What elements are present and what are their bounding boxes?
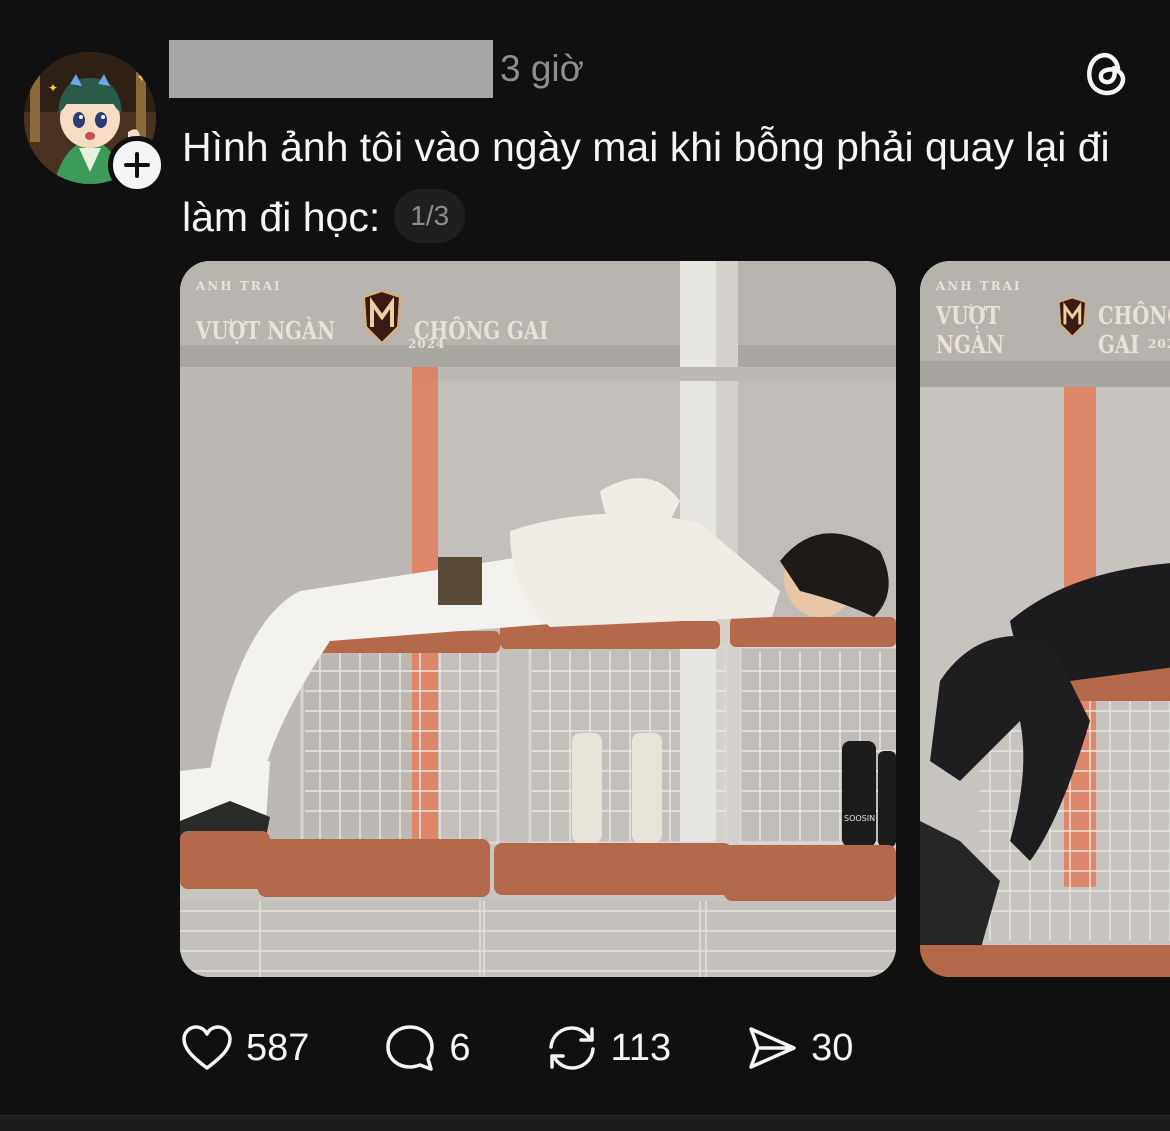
like-button[interactable]: 587 xyxy=(180,1021,309,1075)
show-logo-left: VƯỢT NGÀN xyxy=(196,315,336,345)
send-icon xyxy=(745,1021,799,1075)
media-counter-badge: 1/3 xyxy=(394,189,466,244)
media-carousel[interactable]: SOOSIN ANH TRAI VƯỢT NGÀN CHÔNG GAI 2024… xyxy=(180,261,1170,977)
post-timestamp[interactable]: 3 giờ xyxy=(500,48,584,90)
bottle-label: SOOSIN xyxy=(844,814,875,823)
show-logo-small: ANH TRAI xyxy=(196,279,282,293)
show-logo: ANH TRAI VƯỢT NGÀN CHÔNG GAI 2024 xyxy=(196,277,578,357)
m-emblem-icon-2 xyxy=(1058,296,1087,338)
post-divider xyxy=(0,1115,1170,1131)
show-logo-2: ANH TRAI VƯỢT NGÀN CHÔNG GAI 2024 xyxy=(936,277,1170,359)
thread-post: ✦ ✦ 3 giờ Hình ảnh tôi vào ngày mai khi … xyxy=(0,0,1170,1115)
threads-logo-icon[interactable] xyxy=(1082,48,1132,98)
reply-button[interactable]: 6 xyxy=(383,1021,471,1075)
show-logo-2-year: 2024 xyxy=(1148,337,1170,351)
author-avatar-container[interactable]: ✦ ✦ xyxy=(24,52,166,194)
share-button[interactable]: 30 xyxy=(745,1021,853,1075)
repost-button[interactable]: 113 xyxy=(545,1021,672,1075)
plus-icon xyxy=(124,152,150,178)
comment-icon xyxy=(383,1021,437,1075)
share-count: 30 xyxy=(811,1026,854,1069)
follow-button[interactable] xyxy=(108,136,166,194)
action-bar: 587 6 113 30 xyxy=(180,1018,927,1078)
heart-icon xyxy=(180,1021,234,1075)
repost-icon xyxy=(545,1021,599,1075)
show-logo-year: 2024 xyxy=(408,337,446,351)
like-count: 587 xyxy=(246,1026,310,1069)
svg-text:✦: ✦ xyxy=(48,81,58,95)
media-image-1[interactable]: SOOSIN ANH TRAI VƯỢT NGÀN CHÔNG GAI 2024 xyxy=(180,261,896,977)
show-logo-2-small: ANH TRAI xyxy=(936,279,1022,293)
username-redacted[interactable] xyxy=(169,40,493,98)
post-caption: Hình ảnh tôi vào ngày mai khi bỗng phải … xyxy=(182,112,1142,252)
reply-count: 6 xyxy=(449,1026,471,1069)
show-logo-2-left: VƯỢT NGÀN xyxy=(936,301,1005,359)
repost-count: 113 xyxy=(610,1026,672,1069)
svg-text:✦: ✦ xyxy=(136,70,148,86)
m-emblem-icon xyxy=(362,289,401,345)
caption-text: Hình ảnh tôi vào ngày mai khi bỗng phải … xyxy=(182,124,1110,240)
media-image-2[interactable]: ANH TRAI VƯỢT NGÀN CHÔNG GAI 2024 xyxy=(920,261,1170,977)
